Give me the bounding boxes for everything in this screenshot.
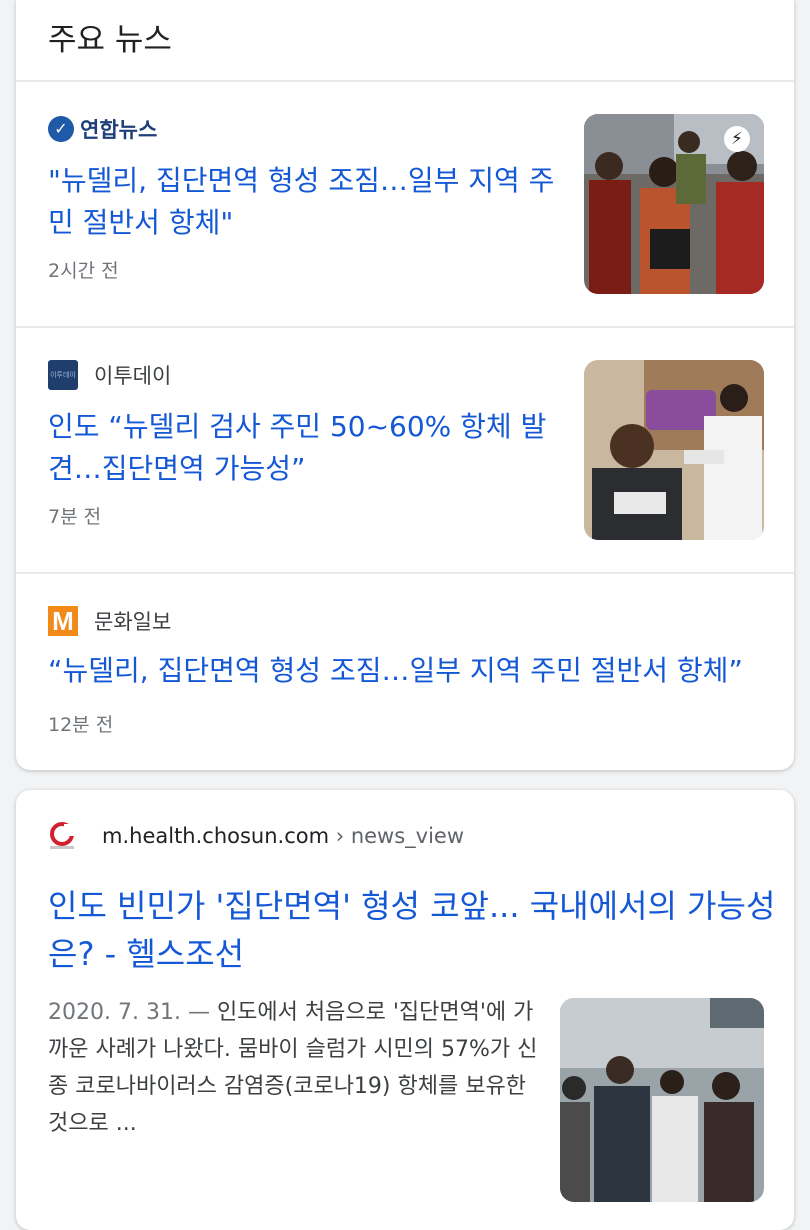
headline-link[interactable]: "뉴델리, 집단면역 형성 조짐…일부 지역 주민 절반서 항체"	[48, 160, 563, 244]
news-thumbnail[interactable]: ⚡	[584, 114, 764, 294]
result-title-link[interactable]: 인도 빈민가 '집단면역' 형성 코앞... 국내에서의 가능성은? - 헬스조…	[48, 882, 778, 978]
source-name: 이투데이	[94, 364, 172, 388]
lightning-icon: ⚡	[724, 126, 750, 152]
source-logo-text: 연합뉴스	[80, 118, 158, 142]
munhwa-logo: M	[48, 606, 78, 636]
result-date: 2020. 7. 31. —	[48, 1000, 217, 1025]
timestamp: 12분 전	[48, 714, 114, 736]
news-item[interactable]: 이투데이 이투데이 인도 “뉴델리 검사 주민 50~60% 항체 발견…집단면…	[16, 328, 794, 572]
source-name: 문화일보	[94, 610, 172, 634]
source-row: 이투데이 이투데이	[48, 360, 171, 390]
site-favicon-icon	[46, 820, 78, 852]
yonhap-logo: ✓ 연합뉴스	[48, 114, 157, 144]
result-domain: m.health.chosun.com	[102, 824, 330, 848]
source-row: ✓ 연합뉴스	[48, 114, 157, 144]
timestamp: 7분 전	[48, 506, 102, 528]
section-title: 주요 뉴스	[48, 22, 172, 58]
result-thumbnail[interactable]	[560, 998, 764, 1202]
news-item[interactable]: M 문화일보 “뉴델리, 집단면역 형성 조짐…일부 지역 주민 절반서 항체”…	[16, 574, 794, 770]
news-thumbnail[interactable]	[584, 360, 764, 540]
result-path: › news_view	[329, 824, 465, 848]
headline-link[interactable]: 인도 “뉴델리 검사 주민 50~60% 항체 발견…집단면역 가능성”	[48, 406, 563, 490]
source-row: M 문화일보	[48, 606, 171, 636]
search-result-card: m.health.chosun.com › news_view 인도 빈민가 '…	[16, 790, 794, 1230]
thumbnail-image	[560, 998, 764, 1202]
timestamp: 2시간 전	[48, 260, 119, 282]
result-url[interactable]: m.health.chosun.com › news_view	[102, 824, 464, 848]
etoday-logo: 이투데이	[48, 360, 78, 390]
globe-icon: ✓	[48, 116, 74, 142]
headline-link[interactable]: “뉴델리, 집단면역 형성 조짐…일부 지역 주민 절반서 항체”	[48, 650, 768, 692]
news-item[interactable]: ✓ 연합뉴스 "뉴델리, 집단면역 형성 조짐…일부 지역 주민 절반서 항체"…	[16, 82, 794, 326]
thumbnail-image	[584, 360, 764, 540]
result-snippet: 2020. 7. 31. — 인도에서 처음으로 '집단면역'에 가까운 사례가…	[48, 994, 538, 1142]
top-news-card: 주요 뉴스 ✓ 연합뉴스 "뉴델리, 집단면역 형성 조짐…일부 지역 주민 절…	[16, 0, 794, 770]
